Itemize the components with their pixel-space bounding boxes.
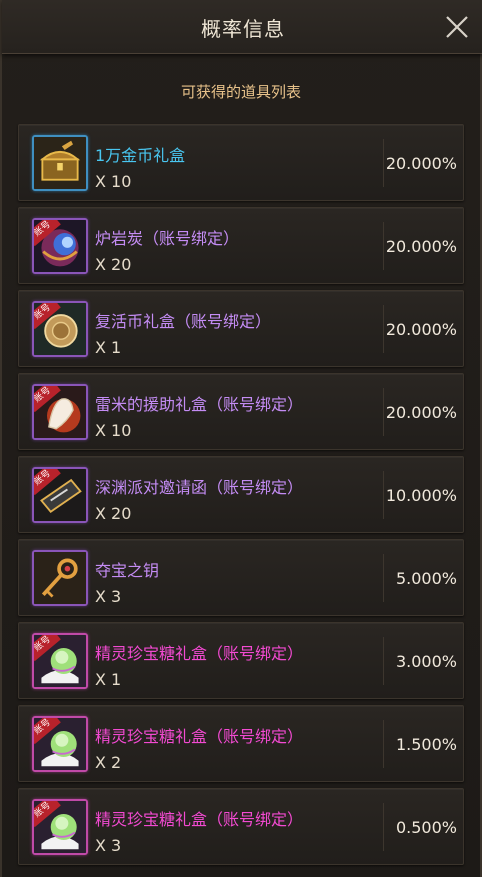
item-name: 精灵珍宝糖礼盒（账号绑定） [95, 810, 304, 829]
item-name: 复活币礼盒（账号绑定） [95, 312, 272, 331]
elf-candy-icon[interactable]: 账号 [32, 799, 88, 855]
item-name: 1万金币礼盒 [95, 146, 186, 165]
close-icon[interactable] [444, 14, 470, 40]
drop-rate: 20.000% [385, 154, 457, 173]
item-quantity: X 3 [95, 587, 122, 606]
drop-rate: 1.500% [395, 735, 457, 754]
item-name: 炉岩炭（账号绑定） [95, 229, 240, 248]
item-name: 深渊派对邀请函（账号绑定） [95, 478, 304, 497]
drop-rate: 3.000% [395, 652, 457, 671]
item-quantity: X 20 [95, 504, 132, 523]
item-name: 精灵珍宝糖礼盒（账号绑定） [95, 727, 304, 746]
drop-rate: 20.000% [385, 320, 457, 339]
item-quantity: X 10 [95, 172, 132, 191]
remy-glove-icon[interactable]: 账号 [32, 384, 88, 440]
item-quantity: X 1 [95, 338, 122, 357]
gold-chest-icon[interactable] [32, 135, 88, 191]
item-quantity: X 3 [95, 836, 122, 855]
drop-rate: 10.000% [385, 486, 457, 505]
item-quantity: X 2 [95, 753, 122, 772]
abyss-invitation-icon[interactable]: 账号 [32, 467, 88, 523]
title-bar: 概率信息 [2, 0, 482, 54]
drop-rate: 5.000% [395, 569, 457, 588]
revive-coin-icon[interactable]: 账号 [32, 301, 88, 357]
drop-rate: 20.000% [385, 403, 457, 422]
item-row: 账号 精灵珍宝糖礼盒（账号绑定） X 2 1.500% [18, 705, 464, 782]
item-quantity: X 10 [95, 421, 132, 440]
lava-coal-icon[interactable]: 账号 [32, 218, 88, 274]
treasure-key-icon[interactable] [32, 550, 88, 606]
dialog-title: 概率信息 [201, 17, 285, 41]
elf-candy-icon[interactable]: 账号 [32, 633, 88, 689]
item-quantity: X 1 [95, 670, 122, 689]
item-row: 账号 雷米的援助礼盒（账号绑定） X 10 20.000% [18, 373, 464, 450]
probability-dialog: 概率信息 可获得的道具列表 1万金币礼盒 X 10 20.000% 账号 炉岩炭（账号绑… [0, 0, 482, 877]
item-row: 账号 精灵珍宝糖礼盒（账号绑定） X 1 3.000% [18, 622, 464, 699]
item-name: 雷米的援助礼盒（账号绑定） [95, 395, 304, 414]
drop-rate: 0.500% [395, 818, 457, 837]
item-name: 夺宝之钥 [95, 561, 160, 580]
drop-rate: 20.000% [385, 237, 457, 256]
item-list: 1万金币礼盒 X 10 20.000% 账号 炉岩炭（账号绑定） X 20 20.000% 账… [18, 124, 464, 871]
elf-candy-icon[interactable]: 账号 [32, 716, 88, 772]
item-row: 1万金币礼盒 X 10 20.000% [18, 124, 464, 201]
item-row: 账号 深渊派对邀请函（账号绑定） X 20 10.000% [18, 456, 464, 533]
item-row: 夺宝之钥 X 3 5.000% [18, 539, 464, 616]
item-list-heading: 可获得的道具列表 [180, 83, 301, 101]
item-quantity: X 20 [95, 255, 132, 274]
item-name: 精灵珍宝糖礼盒（账号绑定） [95, 644, 304, 663]
item-row: 账号 炉岩炭（账号绑定） X 20 20.000% [18, 207, 464, 284]
item-row: 账号 精灵珍宝糖礼盒（账号绑定） X 3 0.500% [18, 788, 464, 865]
item-row: 账号 复活币礼盒（账号绑定） X 1 20.000% [18, 290, 464, 367]
